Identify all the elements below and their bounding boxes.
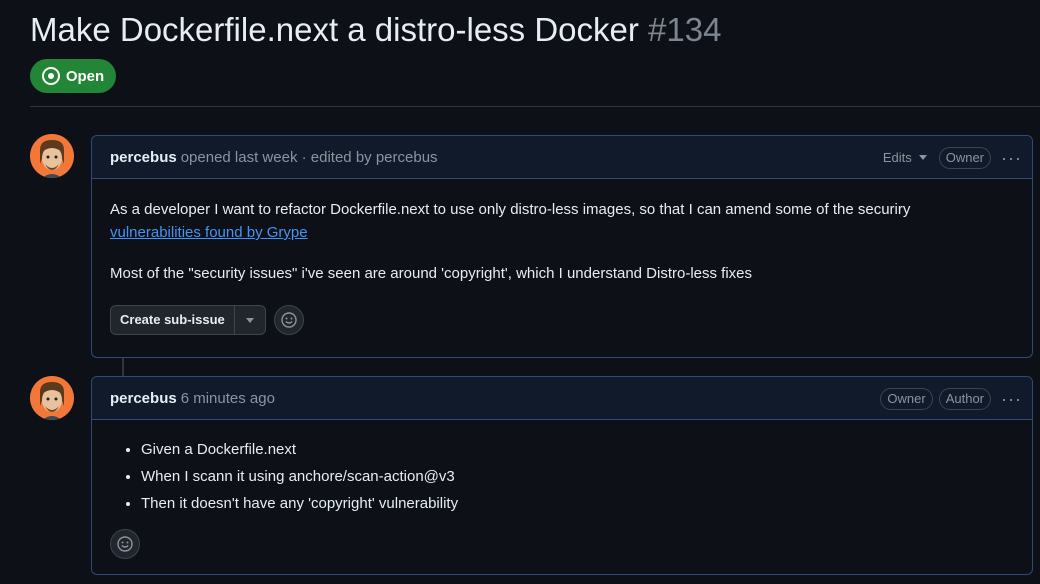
- edits-dropdown[interactable]: Edits: [883, 150, 927, 165]
- comment-meta: 6 minutes ago: [180, 389, 275, 407]
- add-reaction-button[interactable]: [273, 305, 304, 335]
- issue-state-badge: Open: [30, 59, 116, 93]
- owner-badge: Owner: [880, 387, 933, 410]
- avatar[interactable]: [30, 376, 74, 420]
- caret-down-icon: [918, 155, 927, 160]
- create-sub-issue-button[interactable]: Create sub-issue: [111, 306, 234, 334]
- kebab-icon[interactable]: ···: [1001, 390, 1022, 408]
- owner-badge: Owner: [938, 146, 992, 169]
- comment-opening: percebus opened last week · edited by pe…: [91, 135, 1033, 358]
- smiley-icon: [117, 536, 133, 552]
- comment-text-line: As a developer I want to refactor Docker…: [110, 201, 911, 218]
- issue-title: Make Dockerfile.next a distro-less Docke…: [30, 8, 721, 52]
- header-divider: [30, 106, 1040, 107]
- list-item: Then it doesn't have any 'copyright' vul…: [141, 490, 1014, 517]
- caret-down-icon: [245, 317, 254, 323]
- create-sub-issue-split-button: Create sub-issue: [110, 305, 266, 335]
- add-reaction-button[interactable]: [110, 529, 140, 559]
- list-item: Given a Dockerfile.next: [141, 436, 1014, 463]
- issue-number: #134: [648, 11, 722, 48]
- comment-author[interactable]: percebus: [110, 390, 177, 407]
- create-sub-issue-dropdown[interactable]: [233, 306, 265, 334]
- comment-body: As a developer I want to refactor Docker…: [92, 179, 1032, 349]
- comment-body: Given a Dockerfile.next When I scann it …: [92, 420, 1032, 573]
- comment-meta: opened last week · edited by percebus: [180, 148, 438, 166]
- timeline-connector: [122, 357, 124, 377]
- grype-link[interactable]: vulnerabilities found by Grype: [110, 224, 308, 241]
- issue-state-label: Open: [65, 67, 105, 85]
- comment-text-line: Most of the "security issues" i've seen …: [110, 265, 753, 282]
- issue-title-text: Make Dockerfile.next a distro-less Docke…: [30, 11, 639, 48]
- author-badge: Author: [938, 387, 992, 410]
- comment-header: percebus opened last week · edited by pe…: [92, 136, 1032, 179]
- kebab-icon[interactable]: ···: [1001, 149, 1022, 167]
- avatar[interactable]: [30, 134, 74, 178]
- edits-label: Edits: [882, 150, 912, 165]
- issue-open-icon: [41, 67, 60, 85]
- comment-header: percebus 6 minutes ago Owner Author ···: [92, 377, 1032, 420]
- criteria-list: Given a Dockerfile.next When I scann it …: [110, 436, 1014, 517]
- smiley-icon: [281, 312, 297, 328]
- comment-followup: percebus 6 minutes ago Owner Author ··· …: [91, 376, 1033, 575]
- comment-author[interactable]: percebus: [110, 149, 177, 166]
- list-item: When I scann it using anchore/scan-actio…: [141, 463, 1014, 490]
